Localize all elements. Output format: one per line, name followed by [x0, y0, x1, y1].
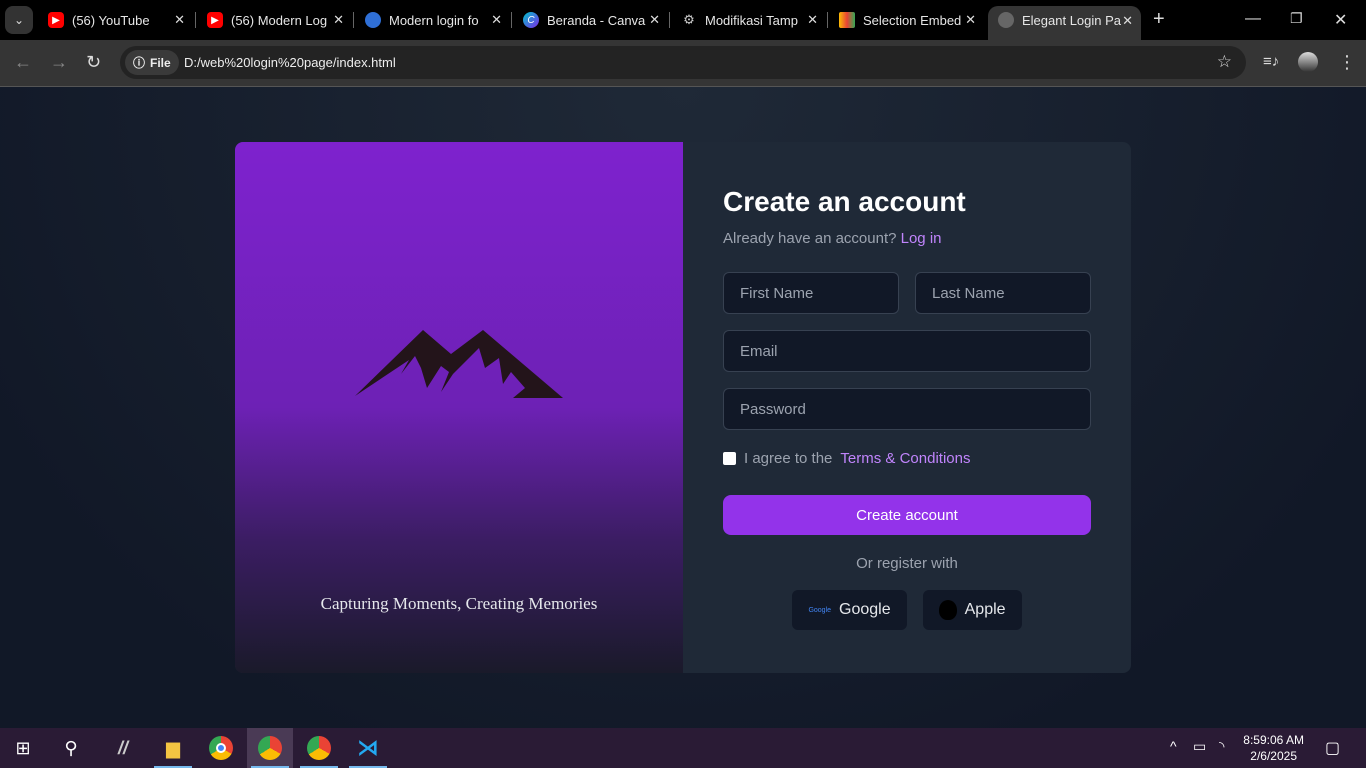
- notification-icon[interactable]: ▢: [1325, 738, 1340, 758]
- tab[interactable]: C Beranda - Canva ✕: [513, 6, 668, 34]
- hero-tagline: Capturing Moments, Creating Memories: [320, 594, 598, 613]
- search-icon[interactable]: ⚲: [48, 728, 94, 768]
- file-explorer-icon[interactable]: ▆: [150, 728, 196, 768]
- restore-button[interactable]: ❐: [1290, 10, 1303, 27]
- address-bar[interactable]: ⓘ File D:/web%20login%20page/index.html ☆: [120, 46, 1246, 79]
- login-prompt: Already have an account? Log in: [723, 230, 942, 247]
- terms-link[interactable]: Terms & Conditions: [840, 450, 970, 467]
- tab-bar: ⌄ ▶ (56) YouTube ✕ ▶ (56) Modern Log ✕ Moder…: [0, 0, 1366, 40]
- vscode-icon[interactable]: ⋊: [345, 728, 391, 768]
- close-tab-icon[interactable]: ✕: [807, 12, 818, 28]
- canva-icon: C: [523, 12, 539, 28]
- profile-avatar[interactable]: [1298, 52, 1318, 72]
- youtube-icon: ▶: [48, 12, 64, 28]
- form-title: Create an account: [723, 186, 966, 217]
- chrome-profile-icon[interactable]: [247, 728, 293, 768]
- battery-icon[interactable]: ▭: [1193, 738, 1206, 755]
- password-input[interactable]: [723, 388, 1091, 430]
- menu-kebab-icon[interactable]: ⋮: [1338, 52, 1356, 73]
- chrome-profile-icon[interactable]: [296, 728, 342, 768]
- email-input[interactable]: [723, 330, 1091, 372]
- app-icon: [839, 12, 855, 28]
- forward-button[interactable]: →: [50, 52, 68, 73]
- signup-card: Capturing Moments, Creating Memories Cre…: [235, 142, 1131, 673]
- taskbar: ⊞ ⚲ // ▆ ⋊ ^ ▭ ◝ 8:59:06 AM 2/6/2025 ▢: [0, 728, 1366, 768]
- signup-form: Create an account Already have an accoun…: [683, 142, 1131, 673]
- tab[interactable]: ▶ (56) Modern Log ✕: [197, 6, 352, 34]
- clock[interactable]: 8:59:06 AM 2/6/2025: [1243, 732, 1304, 764]
- new-tab-button[interactable]: +: [1153, 8, 1165, 31]
- tab[interactable]: ▶ (56) YouTube ✕: [38, 6, 193, 34]
- google-icon: Google: [808, 606, 832, 614]
- apple-icon: [938, 600, 957, 620]
- terms-checkbox[interactable]: [723, 452, 736, 465]
- hero-panel: Capturing Moments, Creating Memories: [235, 142, 683, 673]
- chrome-icon[interactable]: [198, 728, 244, 768]
- close-tab-icon[interactable]: ✕: [649, 12, 660, 28]
- chatgpt-icon: ⚙: [683, 12, 695, 27]
- wifi-icon[interactable]: ◝: [1219, 738, 1224, 755]
- login-link[interactable]: Log in: [901, 230, 942, 247]
- tray-chevron-icon[interactable]: ^: [1170, 738, 1177, 754]
- minimize-button[interactable]: —: [1245, 10, 1261, 28]
- close-tab-icon[interactable]: ✕: [1122, 13, 1133, 29]
- tab[interactable]: ⚙ Modifikasi Tamp ✕: [671, 6, 826, 34]
- globe-icon: [998, 12, 1014, 28]
- or-register-label: Or register with: [856, 555, 958, 572]
- first-name-input[interactable]: [723, 272, 899, 314]
- app-launcher-icon[interactable]: //: [100, 728, 146, 768]
- last-name-input[interactable]: [915, 272, 1091, 314]
- media-control-icon[interactable]: ≡♪: [1263, 53, 1279, 70]
- browser-toolbar: ← → ↻ ⓘ File D:/web%20login%20page/index.…: [0, 40, 1366, 87]
- close-window-button[interactable]: ✕: [1334, 10, 1347, 30]
- url-text[interactable]: D:/web%20login%20page/index.html: [184, 55, 396, 70]
- tab[interactable]: Selection Embed ✕: [829, 6, 984, 34]
- windows-start-icon[interactable]: ⊞: [0, 728, 46, 768]
- tab-active[interactable]: Elegant Login Pa ✕: [988, 6, 1141, 40]
- site-info-button[interactable]: ⓘ File: [125, 50, 179, 75]
- apple-signup-button[interactable]: Apple: [922, 590, 1022, 630]
- info-icon: ⓘ: [133, 56, 146, 70]
- google-signup-button[interactable]: Google Google: [792, 590, 907, 630]
- reload-button[interactable]: ↻: [86, 52, 101, 73]
- mountain-logo-icon: [355, 330, 563, 398]
- close-tab-icon[interactable]: ✕: [174, 12, 185, 28]
- back-button[interactable]: ←: [14, 52, 32, 73]
- tab-search-button[interactable]: ⌄: [5, 6, 33, 34]
- bing-icon: [365, 12, 381, 28]
- bookmark-star-icon[interactable]: ☆: [1217, 52, 1232, 72]
- tab[interactable]: Modern login fo ✕: [355, 6, 510, 34]
- page-viewport: Capturing Moments, Creating Memories Cre…: [0, 87, 1366, 728]
- close-tab-icon[interactable]: ✕: [333, 12, 344, 28]
- youtube-icon: ▶: [207, 12, 223, 28]
- create-account-button[interactable]: Create account: [723, 495, 1091, 535]
- close-tab-icon[interactable]: ✕: [491, 12, 502, 28]
- close-tab-icon[interactable]: ✕: [965, 12, 976, 28]
